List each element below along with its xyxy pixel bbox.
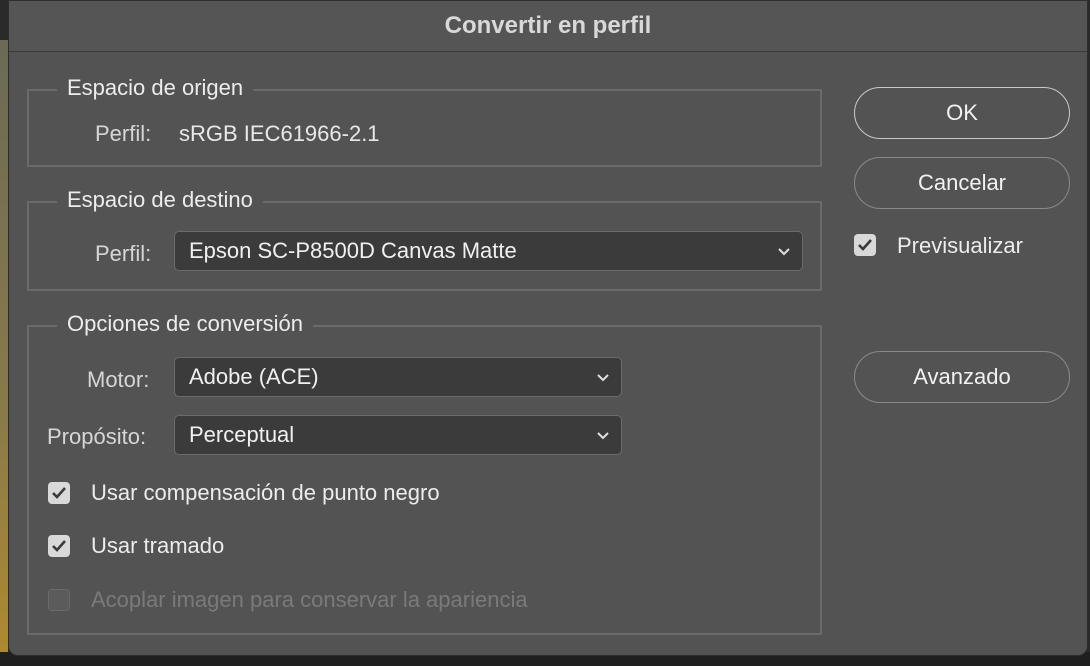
advanced-button[interactable]: Avanzado	[854, 351, 1070, 403]
background-desktop	[0, 40, 8, 666]
intent-select[interactable]: Perceptual	[174, 415, 622, 455]
destination-space-group: Espacio de destino Perfil: Epson SC-P850…	[27, 187, 822, 291]
chevron-down-icon	[597, 374, 609, 382]
flatten-image-label: Acoplar imagen para conservar la aparien…	[91, 587, 528, 612]
destination-profile-select[interactable]: Epson SC-P8500D Canvas Matte	[174, 231, 803, 271]
flatten-image-checkbox	[48, 589, 70, 611]
black-point-checkbox[interactable]	[48, 482, 70, 504]
source-profile-value: sRGB IEC61966-2.1	[179, 121, 380, 146]
conversion-options-group: Opciones de conversión Motor: Adobe (ACE…	[27, 311, 822, 635]
ok-button[interactable]: OK	[854, 87, 1070, 139]
checkmark-icon	[858, 239, 872, 251]
convert-profile-dialog: Convertir en perfil Espacio de origen Pe…	[8, 0, 1088, 656]
black-point-label[interactable]: Usar compensación de punto negro	[91, 480, 440, 506]
destination-profile-label: Perfil:	[95, 241, 152, 266]
dither-label[interactable]: Usar tramado	[91, 533, 224, 559]
intent-value: Perceptual	[189, 422, 295, 447]
dither-checkbox[interactable]	[48, 535, 70, 557]
engine-label: Motor:	[87, 367, 150, 392]
chevron-down-icon	[597, 432, 609, 440]
engine-select[interactable]: Adobe (ACE)	[174, 357, 622, 397]
chevron-down-icon	[778, 248, 790, 256]
checkmark-icon	[52, 540, 66, 552]
destination-profile-value: Epson SC-P8500D Canvas Matte	[189, 238, 517, 263]
checkmark-icon	[52, 487, 66, 499]
source-space-legend: Espacio de origen	[57, 75, 254, 101]
conversion-options-legend: Opciones de conversión	[57, 311, 314, 337]
source-profile-label: Perfil:	[95, 121, 152, 146]
preview-label[interactable]: Previsualizar	[897, 233, 1023, 259]
title-bar[interactable]: Convertir en perfil	[9, 1, 1087, 52]
engine-value: Adobe (ACE)	[189, 364, 319, 389]
cancel-button[interactable]: Cancelar	[854, 157, 1070, 209]
preview-checkbox[interactable]	[854, 234, 876, 256]
dialog-title: Convertir en perfil	[444, 12, 652, 39]
destination-space-legend: Espacio de destino	[57, 187, 263, 213]
source-space-group: Espacio de origen Perfil: sRGB IEC61966-…	[27, 75, 822, 167]
intent-label: Propósito:	[47, 424, 147, 449]
